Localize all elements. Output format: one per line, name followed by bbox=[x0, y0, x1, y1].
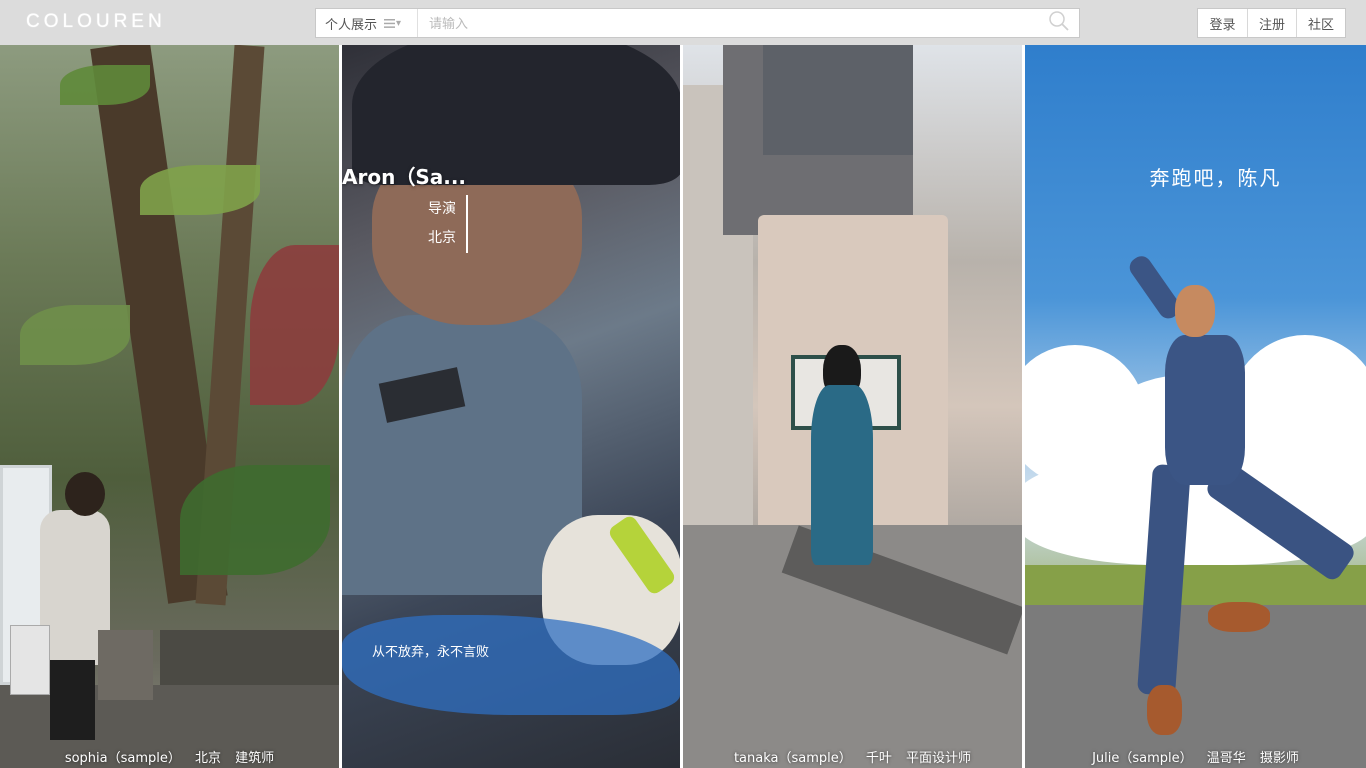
profile-name[interactable]: Julie（sample） bbox=[1092, 751, 1193, 766]
login-button[interactable]: 登录 bbox=[1198, 9, 1247, 37]
profile-card-julie[interactable]: 奔跑吧，陈凡 Julie（sample） 温哥华 摄影师 bbox=[1025, 45, 1366, 768]
shoe bbox=[1208, 602, 1270, 632]
leaf bbox=[140, 165, 260, 215]
suitcase bbox=[10, 625, 50, 695]
profile-card-aron[interactable]: Aron（Sa... 导演 北京 从不放弃，永不言败 bbox=[342, 45, 680, 768]
person-head bbox=[1175, 285, 1215, 337]
profile-city: 北京 bbox=[195, 751, 222, 766]
auth-buttons: 登录 注册 社区 bbox=[1197, 8, 1346, 38]
search-bar: 个人展示 ▾ bbox=[315, 8, 1080, 38]
leaf bbox=[60, 65, 150, 105]
profile-city: 温哥华 bbox=[1206, 751, 1246, 766]
profile-city: 北京 bbox=[428, 230, 456, 246]
profile-slogan: 奔跑吧，陈凡 bbox=[1149, 166, 1282, 190]
road bbox=[1025, 605, 1366, 768]
register-button[interactable]: 注册 bbox=[1247, 9, 1296, 37]
menu-icon bbox=[384, 18, 396, 28]
person-head bbox=[65, 472, 105, 516]
shoe bbox=[1147, 685, 1182, 735]
profile-motto: 从不放弃，永不言败 bbox=[372, 645, 490, 660]
profile-caption: tanaka（sample） 千叶 平面设计师 bbox=[683, 747, 1022, 766]
profile-name[interactable]: sophia（sample） bbox=[65, 751, 181, 766]
next-button[interactable] bbox=[1304, 363, 1334, 449]
profile-role: 建筑师 bbox=[235, 751, 275, 766]
search-category-select[interactable]: 个人展示 ▾ bbox=[316, 9, 418, 37]
profile-card-sophia[interactable]: sophia（sample） 北京 建筑师 bbox=[0, 45, 339, 768]
building-top bbox=[763, 45, 913, 155]
person bbox=[811, 385, 873, 565]
logo[interactable]: COLOUREN bbox=[26, 11, 166, 33]
person-legs bbox=[50, 660, 95, 740]
person bbox=[1165, 335, 1245, 485]
community-button[interactable]: 社区 bbox=[1296, 9, 1345, 37]
chevron-right-icon bbox=[1307, 366, 1332, 446]
profile-role: 平面设计师 bbox=[906, 751, 972, 766]
profile-caption: sophia（sample） 北京 建筑师 bbox=[0, 747, 339, 766]
profile-card-tanaka[interactable]: tanaka（sample） 千叶 平面设计师 bbox=[683, 45, 1022, 768]
profile-overlay-info: 导演 北京 bbox=[428, 195, 468, 253]
leaf bbox=[180, 465, 330, 575]
leaf bbox=[250, 245, 339, 405]
caret-down-icon: ▾ bbox=[396, 17, 402, 29]
search-input[interactable] bbox=[418, 9, 1039, 37]
profile-role: 摄影师 bbox=[1259, 751, 1299, 766]
search-category-label: 个人展示 bbox=[325, 17, 378, 33]
profile-overlay-name[interactable]: Aron（Sa... bbox=[342, 161, 466, 190]
profile-name[interactable]: tanaka（sample） bbox=[734, 751, 852, 766]
top-bar: COLOUREN 个人展示 ▾ 登录 注册 社区 bbox=[0, 0, 1366, 45]
leaf bbox=[20, 305, 130, 365]
search-icon bbox=[1048, 10, 1070, 36]
profile-caption: Julie（sample） 温哥华 摄影师 bbox=[1025, 747, 1366, 766]
search-button[interactable] bbox=[1039, 9, 1079, 37]
case bbox=[98, 630, 153, 700]
profile-role: 导演 bbox=[428, 201, 456, 217]
profile-city: 千叶 bbox=[865, 751, 892, 766]
